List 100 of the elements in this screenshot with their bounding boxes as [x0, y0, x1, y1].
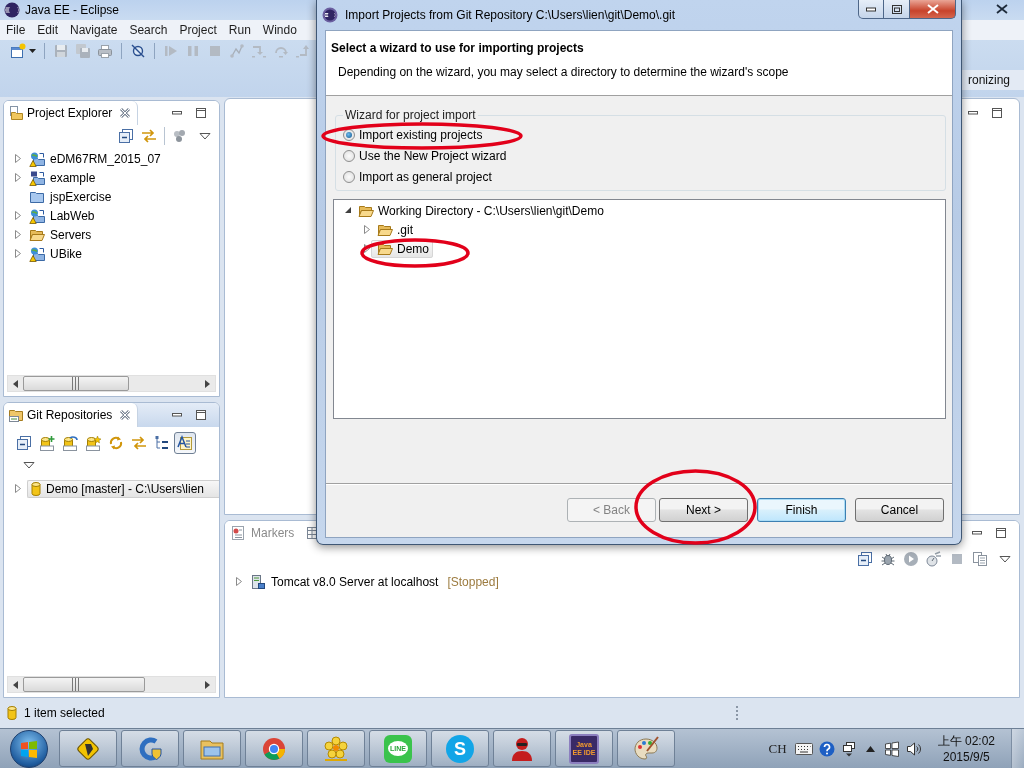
caret-right-icon[interactable] [14, 211, 22, 220]
maximize-icon[interactable] [195, 409, 207, 421]
cylinder-icon [31, 481, 41, 496]
clock-date[interactable]: 2015/9/5 [942, 748, 990, 765]
clock-time[interactable]: 上午 02:02 [937, 732, 995, 749]
triangle-up-icon[interactable] [865, 745, 875, 752]
menu-item[interactable]: Edit [31, 23, 65, 37]
tree-layout-icon[interactable] [154, 435, 170, 451]
tree-item[interactable]: jspExercise [26, 187, 116, 206]
tree-item[interactable]: LabWeb [26, 206, 99, 225]
taskbar-button[interactable] [121, 730, 179, 767]
radio-button[interactable] [343, 170, 355, 183]
sync-arrows-icon[interactable] [141, 128, 157, 144]
play-circle-icon[interactable] [903, 551, 919, 567]
refresh-arrows-icon[interactable] [108, 435, 124, 451]
horizontal-scrollbar[interactable] [7, 375, 216, 392]
document-folder-icon [8, 105, 24, 121]
scroll-left-icon[interactable] [13, 379, 18, 388]
maximize-icon [891, 4, 902, 14]
bug-icon[interactable] [880, 551, 896, 567]
menu-item[interactable]: Project [173, 23, 223, 37]
view-tab[interactable]: Git Repositories [4, 403, 139, 427]
tree-item[interactable]: UBike [26, 244, 86, 263]
scroll-right-icon[interactable] [205, 379, 210, 388]
maximize-icon[interactable] [195, 107, 207, 119]
maximize-icon[interactable] [991, 107, 1003, 119]
documents-icon[interactable] [972, 551, 988, 567]
close-icon[interactable] [119, 107, 132, 119]
nodes-icon[interactable] [229, 43, 245, 59]
maximize-icon[interactable] [995, 527, 1007, 539]
cylinder-plus-icon[interactable] [39, 435, 55, 451]
new-window-icon[interactable] [10, 43, 26, 59]
caret-right-icon[interactable] [14, 484, 22, 493]
dropdown-triangle-icon[interactable] [199, 132, 211, 140]
sync-arrows-icon[interactable] [131, 435, 147, 451]
minimize-icon [866, 4, 876, 14]
radio-button[interactable] [343, 149, 355, 162]
caret-right-icon[interactable] [14, 173, 22, 182]
scroll-thumb[interactable] [23, 677, 145, 692]
caret-right-icon[interactable] [14, 230, 22, 239]
speaker-icon[interactable] [905, 740, 922, 757]
letter-logo: S [446, 734, 474, 763]
taskbar-button[interactable] [59, 730, 117, 767]
dialog-title: Import Projects from Git Repository C:\Users\lien\git\Demo\.git [345, 8, 676, 22]
tree-item[interactable]: Working Directory - C:\Users\lien\git\Demo [352, 201, 608, 220]
labelled-folder-icon [8, 407, 24, 423]
help-icon[interactable] [818, 740, 835, 757]
caret-right-icon[interactable] [363, 225, 371, 234]
minimize-button[interactable] [858, 0, 884, 19]
view-tab[interactable]: Markers [225, 521, 303, 545]
collapse-all-icon[interactable] [857, 551, 873, 567]
toggle-button[interactable] [174, 432, 196, 454]
scroll-thumb[interactable] [23, 376, 129, 391]
dots-cluster-icon[interactable] [172, 128, 188, 144]
tree-item[interactable]: Demo [master] - C:\Users\lien [27, 479, 219, 498]
start-button[interactable] [10, 729, 48, 768]
slashed-circle-icon[interactable] [130, 43, 146, 59]
caret-right-icon[interactable] [14, 249, 22, 258]
view-tab[interactable]: Project Explorer [4, 101, 139, 125]
horizontal-scrollbar[interactable] [7, 676, 216, 693]
stopwatch-icon[interactable] [926, 551, 942, 567]
caret-down-icon[interactable] [29, 49, 36, 53]
page-description: Depending on the wizard, you may select a directory to determine the wizard's scope [337, 65, 790, 79]
web-project-icon [29, 207, 45, 224]
tree-item[interactable]: example [26, 168, 100, 187]
keyboard-icon[interactable] [794, 742, 813, 755]
cylinder-arrow-icon[interactable] [62, 435, 78, 451]
tree-item[interactable]: eDM67RM_2015_07 [26, 149, 165, 168]
windows-stack-icon[interactable] [840, 740, 857, 757]
close-button[interactable] [910, 0, 956, 19]
dialog-button[interactable]: Finish [757, 498, 846, 522]
dialog-button[interactable]: Next > [659, 498, 748, 522]
tree-item[interactable]: Tomcat v8.0 Server at localhost [247, 572, 443, 591]
dropdown-triangle-icon[interactable] [999, 555, 1011, 563]
printer-icon[interactable] [97, 43, 113, 59]
menu-item[interactable]: Navigate [64, 23, 124, 37]
close-icon[interactable] [119, 409, 132, 421]
radio-label[interactable]: Import as general project [359, 169, 492, 184]
maximize-button[interactable] [884, 0, 910, 19]
menu-item[interactable]: File [0, 23, 32, 37]
caret-down-icon[interactable] [344, 206, 352, 215]
menu-item[interactable]: Run [222, 23, 257, 37]
caret-right-icon[interactable] [235, 577, 243, 586]
tree-item[interactable]: .git [371, 220, 417, 239]
input-language-indicator[interactable]: CH [768, 740, 787, 757]
scroll-left-icon[interactable] [13, 680, 18, 689]
collapse-all-icon[interactable] [118, 128, 134, 144]
dropdown-triangle-icon[interactable] [23, 461, 35, 469]
menu-item[interactable]: Windo [256, 23, 303, 37]
collapse-all-icon[interactable] [16, 435, 32, 451]
radio-label[interactable]: Use the New Project wizard [359, 148, 507, 163]
tree-item[interactable]: Servers [26, 225, 96, 244]
scroll-right-icon[interactable] [205, 680, 210, 689]
dialog-button[interactable]: Cancel [855, 498, 944, 522]
four-pane-flag-icon[interactable] [883, 740, 900, 757]
cylinder-star-icon[interactable] [85, 435, 101, 451]
menu-item[interactable]: Search [123, 23, 174, 37]
show-desktop-button[interactable] [1011, 729, 1024, 768]
taskbar-button[interactable] [493, 730, 551, 767]
caret-right-icon[interactable] [14, 154, 22, 163]
